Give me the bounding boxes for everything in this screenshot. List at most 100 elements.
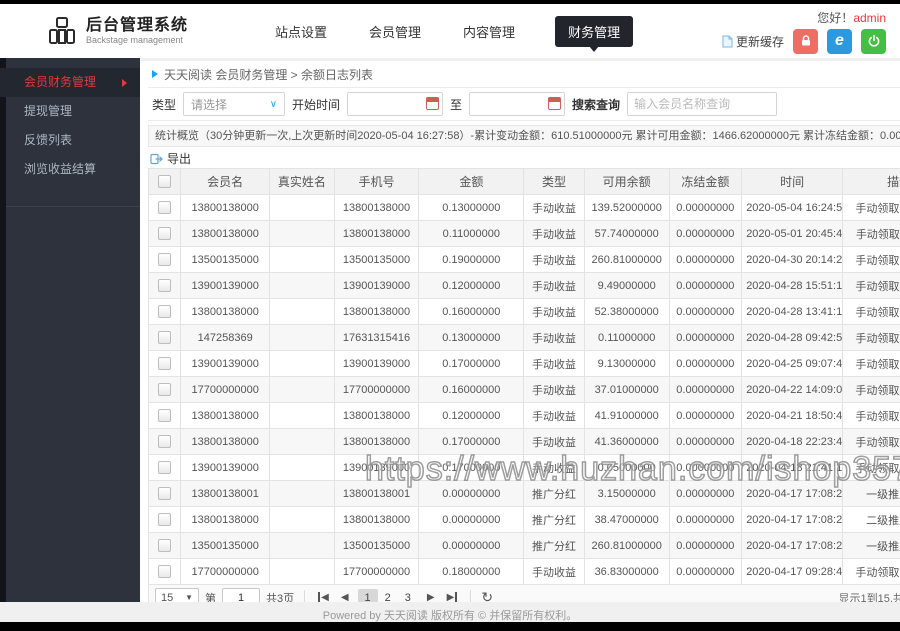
main-nav: 站点设置 会员管理 内容管理 财务管理 bbox=[273, 15, 634, 52]
cell-realname bbox=[269, 558, 335, 585]
cell-type: 推广分红 bbox=[523, 480, 585, 507]
end-date-input[interactable] bbox=[469, 92, 566, 116]
cell-desc: 手动领取收益0.19 bbox=[842, 246, 900, 273]
select-all-checkbox[interactable] bbox=[158, 175, 172, 188]
checkbox-cell bbox=[147, 298, 182, 325]
cell-frozen: 0.00000000 bbox=[668, 298, 743, 325]
cell-desc: 二级推广分红 bbox=[842, 506, 900, 533]
row-checkbox[interactable] bbox=[158, 357, 172, 370]
cell-available: 36.83000000 bbox=[583, 558, 670, 585]
last-page-button[interactable]: ▶ bbox=[444, 590, 461, 602]
table-row: 17700000000 17700000000 0.16000000 手动收益 37.0… bbox=[147, 376, 900, 403]
select-all-cell bbox=[147, 168, 182, 195]
cell-realname bbox=[269, 532, 335, 559]
row-checkbox[interactable] bbox=[158, 253, 172, 266]
to-label: 至 bbox=[450, 97, 463, 112]
cell-type: 推广分红 bbox=[523, 506, 585, 533]
table-row: 13800138000 13800138000 0.13000000 手动收益 139.… bbox=[147, 194, 900, 221]
cell-desc: 一级推广分红 bbox=[842, 480, 900, 507]
cell-frozen: 0.00000000 bbox=[668, 402, 743, 429]
nav-tab-4[interactable]: 财务管理 bbox=[555, 15, 634, 52]
column-header-frozen: 冻结金额 bbox=[668, 168, 743, 195]
table-row: 13800138000 13800138000 0.12000000 手动收益 41.9… bbox=[147, 402, 900, 429]
page-number-input[interactable] bbox=[222, 587, 260, 602]
browser-button[interactable]: e bbox=[827, 28, 852, 54]
nav-tab-2[interactable]: 会员管理 bbox=[367, 16, 423, 47]
cell-amount: 0.19000000 bbox=[418, 246, 525, 273]
row-checkbox[interactable] bbox=[158, 409, 172, 422]
nav-tab-1[interactable]: 站点设置 bbox=[273, 16, 329, 47]
type-select[interactable]: 请选择 ∨ bbox=[183, 92, 286, 116]
table-row: 13800138000 13800138000 0.11000000 手动收益 57.7… bbox=[147, 220, 900, 247]
cell-desc: 手动领取收益0.13 bbox=[842, 324, 900, 351]
row-checkbox[interactable] bbox=[158, 461, 172, 474]
cell-phone: 17631315416 bbox=[333, 324, 420, 351]
row-checkbox[interactable] bbox=[158, 565, 172, 578]
table-row: 13800138000 13800138000 0.16000000 手动收益 52.3… bbox=[147, 298, 900, 325]
column-header-amount: 金额 bbox=[418, 168, 525, 195]
cell-desc: 手动领取收益0.17 bbox=[842, 428, 900, 455]
top-frame-strip bbox=[0, 0, 900, 4]
row-checkbox[interactable] bbox=[158, 279, 172, 292]
sidebar-item-2[interactable]: 提现管理 bbox=[0, 97, 140, 126]
cell-available: 9.13000000 bbox=[583, 350, 670, 377]
greeting-text: 您好！ bbox=[817, 10, 854, 25]
row-checkbox[interactable] bbox=[158, 201, 172, 214]
page-button-3[interactable]: 3 bbox=[398, 589, 418, 603]
cell-type: 手动收益 bbox=[523, 194, 585, 221]
username-link[interactable]: admin bbox=[853, 11, 886, 25]
page-button-2[interactable]: 2 bbox=[378, 589, 398, 603]
search-label: 搜索查询 bbox=[572, 97, 621, 112]
header-actions: 更新缓存 e bbox=[722, 28, 886, 54]
row-checkbox[interactable] bbox=[158, 487, 172, 500]
row-checkbox[interactable] bbox=[158, 513, 172, 526]
cell-phone: 13500135000 bbox=[333, 246, 420, 273]
cell-amount: 0.13000000 bbox=[418, 194, 525, 221]
cell-frozen: 0.00000000 bbox=[668, 272, 743, 299]
row-checkbox[interactable] bbox=[158, 227, 172, 240]
checkbox-cell bbox=[147, 376, 182, 403]
logo[interactable]: 后台管理系统 Backstage management bbox=[46, 16, 188, 46]
lock-button[interactable] bbox=[793, 28, 818, 54]
first-page-button[interactable]: ◀ bbox=[315, 590, 332, 602]
column-header-realname: 真实姓名 bbox=[269, 168, 335, 195]
cell-time: 2020-04-25 09:07:4 bbox=[741, 350, 844, 377]
refresh-button[interactable]: ↻ bbox=[481, 589, 493, 602]
table-row: 13500135000 13500135000 0.00000000 推广分红 260.… bbox=[147, 532, 900, 559]
calendar-icon[interactable] bbox=[426, 97, 440, 110]
cell-member: 17700000000 bbox=[180, 376, 271, 403]
row-checkbox[interactable] bbox=[158, 331, 172, 344]
page-buttons: 123 bbox=[357, 588, 418, 603]
row-checkbox[interactable] bbox=[158, 305, 172, 318]
page-size-value: 15 bbox=[161, 591, 174, 603]
cell-phone: 13800138000 bbox=[333, 506, 420, 533]
next-page-button[interactable]: ▶ bbox=[424, 590, 438, 602]
row-checkbox[interactable] bbox=[158, 539, 172, 552]
divider bbox=[470, 589, 472, 602]
sidebar-item-4[interactable]: 浏览收益结算 bbox=[0, 155, 140, 184]
power-icon bbox=[868, 34, 879, 47]
cell-frozen: 0.00000000 bbox=[668, 324, 743, 351]
start-date-input[interactable] bbox=[347, 92, 444, 116]
row-checkbox[interactable] bbox=[158, 435, 172, 448]
logout-button[interactable] bbox=[861, 28, 886, 54]
prev-page-button[interactable]: ◀ bbox=[338, 590, 352, 602]
export-button[interactable]: 导出 bbox=[150, 150, 191, 167]
calendar-icon[interactable] bbox=[548, 97, 562, 110]
cell-type: 手动收益 bbox=[523, 428, 585, 455]
page-button-1[interactable]: 1 bbox=[357, 588, 378, 602]
nav-tab-3[interactable]: 内容管理 bbox=[461, 16, 517, 47]
page-size-select[interactable]: 15 ▼ bbox=[155, 587, 199, 603]
sidebar-item-3[interactable]: 反馈列表 bbox=[0, 126, 140, 155]
cell-frozen: 0.00000000 bbox=[668, 220, 743, 247]
cell-realname bbox=[269, 350, 335, 377]
cell-time: 2020-04-18 22:23:4 bbox=[741, 428, 844, 455]
update-cache-button[interactable]: 更新缓存 bbox=[722, 33, 784, 50]
cell-type: 手动收益 bbox=[523, 246, 585, 273]
cell-realname bbox=[269, 454, 335, 481]
row-checkbox[interactable] bbox=[158, 383, 172, 396]
search-input[interactable] bbox=[627, 92, 778, 116]
cell-amount: 0.13000000 bbox=[418, 324, 525, 351]
cell-frozen: 0.00000000 bbox=[668, 454, 743, 481]
sidebar-item-1[interactable]: 会员财务管理 bbox=[0, 68, 140, 97]
